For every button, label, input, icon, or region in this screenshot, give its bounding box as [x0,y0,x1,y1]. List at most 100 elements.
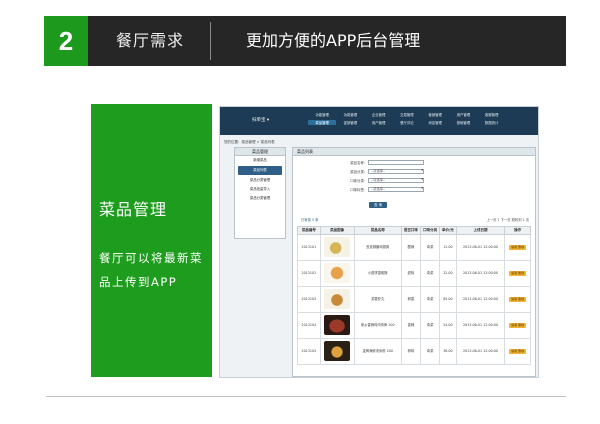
edit-button[interactable]: 编辑 删除 [509,323,527,328]
column-header: 是否口味 [400,226,421,235]
sidebar-item-category-2[interactable]: 菜品分类管理 [235,194,285,203]
feature-card: 菜品管理 餐厅可以将最新菜品上传到APP [91,104,212,377]
sidebar-item-dish-list[interactable]: 菜品列表 [238,166,282,175]
nav-item[interactable]: 数据统计 [478,120,506,125]
dish-category-select[interactable]: --请选择-- [368,169,424,174]
app-brand[interactable]: 扫单宝 ▾ [252,117,269,123]
dish-date: 2013-06-01 12:00:00 [455,338,506,365]
search-button[interactable]: 查 询 [369,202,387,208]
dish-image [324,236,351,257]
dish-name-input[interactable] [368,160,424,165]
dish-date: 2013-06-01 12:00:00 [455,312,506,339]
sidebar-item-add-dish[interactable]: 新增菜品 [235,156,285,165]
dish-taste: 香辣 [400,312,421,339]
filter-row: 口味分类: --请选择-- [333,178,424,183]
sidebar-item-category[interactable]: 菜品分类管理 [235,176,285,185]
dish-id: 2013103 [297,286,321,313]
table-header-row: 菜品编号 菜品图像 菜品名称 是否口味 口味分类 单价/元 上线日期 操作 [297,226,531,235]
dish-name: 家乡香辣鸡肉肉串 200 [353,312,402,339]
nav-item[interactable]: 用户管理 [365,120,393,125]
column-header: 菜品名称 [353,226,402,235]
dish-name: 芙蓉虾丸 [353,286,402,313]
pagination[interactable]: 上一页 1 下一页 跳转到 1 页 [487,217,529,222]
feature-title: 菜品管理 [99,200,168,219]
nav-item[interactable]: 客服管理 [478,112,506,117]
dish-price: 24.00 [439,312,457,339]
dish-category: 粤菜 [419,260,441,287]
dish-table: 菜品编号 菜品图像 菜品名称 是否口味 口味分类 单价/元 上线日期 操作 20… [297,226,531,365]
nav-item[interactable]: 餐厅评论 [393,120,421,125]
dish-name: 宫廷御膳鸡翅爽 [353,234,402,261]
edit-button[interactable]: 编辑 删除 [509,245,527,250]
column-header: 口味分类 [419,226,441,235]
dish-image [324,262,351,283]
edit-button[interactable]: 编辑 删除 [509,349,527,354]
nav-item[interactable]: 促销管理 [336,120,364,125]
filter-row: 口味标签: --请选择-- [333,187,424,192]
nav-item[interactable]: 消息管理 [421,120,449,125]
filter-row: 菜品名称: [333,160,424,165]
dish-list-panel: 菜品列表 菜品名称: 菜品分类: --请选择-- 口味分类: --请选择-- 口… [292,147,536,377]
dish-category: 粤菜 [419,234,441,261]
sidebar-header: 菜品管理 [235,148,285,156]
dish-id: 2013104 [297,312,321,339]
section-label: 餐厅需求 [116,31,185,50]
dish-name: 金牌海鲜汤米粉 200 [353,338,402,365]
edit-button[interactable]: 编辑 删除 [509,271,527,276]
dish-image [324,288,351,309]
dish-price: 65.00 [439,286,457,313]
filter-label: 菜品分类: [350,170,365,174]
table-row[interactable]: 2013103 芙蓉虾丸 鲜香 粤菜 65.00 2013-06-01 12:0… [297,286,531,313]
nav-item-active[interactable]: 菜品管理 [308,120,337,125]
header-bar: 2 餐厅需求 更加方便的APP后台管理 [44,16,566,66]
sidebar-item-import[interactable]: 菜品批量导入 [235,185,285,194]
nav-item[interactable]: 企业管理 [365,112,393,117]
column-header: 操作 [504,226,531,235]
column-header: 上线日期 [455,226,506,235]
nav-item[interactable]: 用户管理 [449,112,477,117]
dish-category: 粤菜 [419,286,441,313]
nav-item[interactable]: 功能管理 [336,112,364,117]
section-number: 2 [44,16,88,66]
table-row[interactable]: 2013105 金牌海鲜汤米粉 200 鲜味 粤菜 38.00 2013-06-… [297,338,531,365]
feature-description: 餐厅可以将最新菜品上传到APP [99,251,203,289]
filter-label: 口味标签: [350,188,365,192]
nav-item[interactable]: 功能管理 [308,112,336,117]
filter-row: 菜品分类: --请选择-- [333,169,424,174]
table-row[interactable]: 2013101 宫廷御膳鸡翅爽 酸辣 粤菜 12.00 2013-06-01 1… [297,234,531,261]
table-row[interactable]: 2013102 小甜饼香蕉酥 甜味 粤菜 22.00 2013-06-01 12… [297,260,531,287]
nav-item[interactable]: 交易管理 [393,112,421,117]
dish-price: 22.00 [439,260,457,287]
dish-date: 2013-06-01 12:00:00 [455,260,506,287]
dish-date: 2013-06-01 12:00:00 [455,286,506,313]
dish-taste: 甜味 [400,260,421,287]
column-header: 菜品图像 [319,226,355,235]
table-row[interactable]: 2013104 家乡香辣鸡肉肉串 200 香辣 粤菜 24.00 2013-06… [297,312,531,339]
nav-item[interactable]: 营销管理 [421,112,449,117]
dish-id: 2013101 [297,234,321,261]
column-header: 菜品编号 [297,226,321,235]
column-header: 单价/元 [439,226,457,235]
dish-image [324,314,351,335]
dish-date: 2013-06-01 12:00:00 [455,234,506,261]
dish-image [324,340,351,361]
table-count: 已有菜 5 条 [301,218,319,222]
app-nav-grid: 功能管理 功能管理 企业管理 交易管理 营销管理 用户管理 客服管理 菜品管理 … [308,112,534,125]
dish-id: 2013102 [297,260,321,287]
taste-category-select[interactable]: --请选择-- [368,178,424,183]
header-divider [210,22,211,60]
dish-category: 粤菜 [419,338,441,365]
app-screenshot: 扫单宝 ▾ 功能管理 功能管理 企业管理 交易管理 营销管理 用户管理 客服管理… [219,106,539,378]
page-title: 更加方便的APP后台管理 [246,31,421,50]
app-top-nav: 扫单宝 ▾ 功能管理 功能管理 企业管理 交易管理 营销管理 用户管理 客服管理… [220,107,538,135]
nav-item[interactable]: 基础管理 [449,120,477,125]
dish-taste: 酸辣 [400,234,421,261]
edit-button[interactable]: 编辑 删除 [509,297,527,302]
dish-id: 2013105 [297,338,321,365]
breadcrumb: 您的位置：菜品管理 > 菜品列表 [224,140,275,144]
taste-tag-select[interactable]: --请选择-- [368,187,424,192]
dish-taste: 鲜香 [400,286,421,313]
dish-taste: 鲜味 [400,338,421,365]
dish-category: 粤菜 [419,312,441,339]
filter-label: 口味分类: [350,179,365,183]
